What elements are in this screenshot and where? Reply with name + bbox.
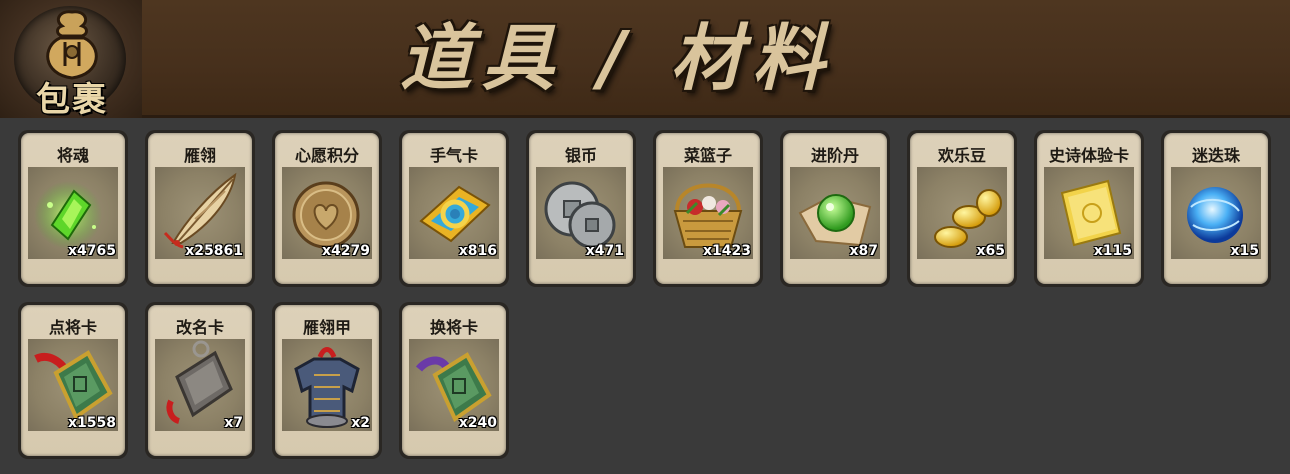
- item-name: 改名卡: [175, 318, 224, 337]
- item-card-gaimingka[interactable]: 改名卡 x7: [145, 302, 255, 459]
- item-count: x471: [585, 243, 624, 259]
- item-count: x1423: [703, 243, 751, 259]
- item-count: x65: [976, 243, 1005, 259]
- item-name: 雁翎甲: [302, 318, 351, 337]
- item-card-yinbi[interactable]: 银币 x471: [526, 130, 636, 287]
- page-title: 道具 / 材料: [400, 16, 835, 100]
- item-name: 心愿积分: [294, 146, 359, 165]
- item-card-yanling[interactable]: 雁翎 x25861: [145, 130, 255, 287]
- item-name: 史诗体验卡: [1048, 146, 1129, 165]
- item-count: x4765: [68, 243, 116, 259]
- item-name: 迷迭珠: [1191, 146, 1240, 165]
- item-card-shouqika[interactable]: 手气卡 x816: [399, 130, 509, 287]
- item-card-yanlingjia[interactable]: 雁翎甲 x2: [272, 302, 382, 459]
- bag-icon: [46, 10, 98, 80]
- item-name: 欢乐豆: [937, 146, 986, 165]
- item-card-huanjiangka[interactable]: 换将卡 x240: [399, 302, 509, 459]
- item-count: x816: [458, 243, 497, 259]
- bag-label: 包裹: [36, 80, 108, 118]
- item-card-dianjiangka[interactable]: 点将卡 x1558: [18, 302, 128, 459]
- item-card-jianghun[interactable]: 将魂 x4765: [18, 130, 128, 287]
- item-count: x87: [849, 243, 878, 259]
- item-count: x240: [458, 415, 497, 431]
- item-name: 换将卡: [429, 318, 478, 337]
- item-count: x2: [351, 415, 370, 431]
- item-name: 手气卡: [429, 146, 478, 165]
- item-name: 银币: [564, 146, 597, 165]
- item-card-huanledou[interactable]: 欢乐豆 x65: [907, 130, 1017, 287]
- item-name: 进阶丹: [810, 146, 859, 165]
- item-count: x7: [224, 415, 243, 431]
- bag-button[interactable]: 包裹: [0, 0, 142, 118]
- item-name: 点将卡: [48, 318, 97, 337]
- item-count: x15: [1230, 243, 1259, 259]
- item-card-jinjiedan[interactable]: 进阶丹 x87: [780, 130, 890, 287]
- item-name: 雁翎: [183, 146, 216, 165]
- item-count: x115: [1093, 243, 1132, 259]
- item-card-shishitiyanka[interactable]: 史诗体验卡 x115: [1034, 130, 1144, 287]
- item-card-xinyuan[interactable]: 心愿积分 x4279: [272, 130, 382, 287]
- header-banner: 包裹 道具 / 材料: [0, 0, 1290, 118]
- item-name: 将魂: [56, 146, 89, 165]
- item-card-cailanzi[interactable]: 菜篮子 x1423: [653, 130, 763, 287]
- item-count: x25861: [185, 243, 243, 259]
- item-count: x4279: [322, 243, 370, 259]
- item-count: x1558: [68, 415, 116, 431]
- item-name: 菜篮子: [683, 146, 732, 165]
- item-card-midiezhu[interactable]: 迷迭珠 x15: [1161, 130, 1271, 287]
